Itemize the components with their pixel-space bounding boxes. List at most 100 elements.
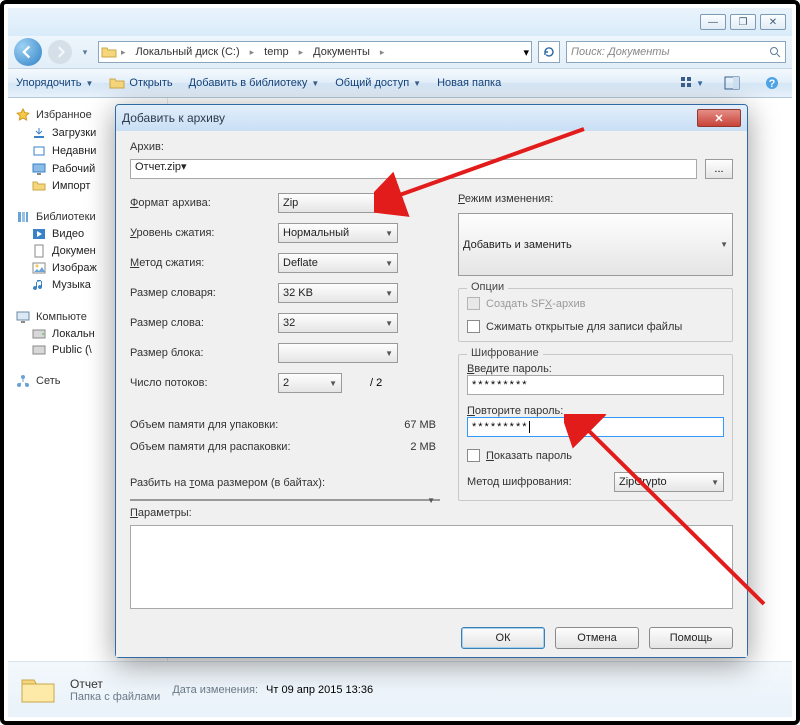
star-icon [16, 108, 30, 122]
address-bar[interactable]: ▸ Локальный диск (C:) ▸ temp ▸ Документы… [98, 41, 532, 63]
threads-total: / 2 [370, 377, 382, 389]
sfx-label: Создать SFX-архив [486, 298, 586, 310]
format-select[interactable]: Zip▼ [278, 193, 398, 213]
ok-button[interactable]: ОК [461, 627, 545, 649]
password-repeat-label: Повторите пароль: [467, 405, 724, 417]
dict-select[interactable]: 32 KB▼ [278, 283, 398, 303]
pack-mem-label: Объем памяти для упаковки: [130, 419, 278, 431]
toolbar-open[interactable]: Открыть [109, 76, 172, 90]
download-icon [32, 126, 46, 140]
library-icon [16, 210, 30, 224]
nav-row: ▾ ▸ Локальный диск (C:) ▸ temp ▸ Докумен… [8, 36, 792, 68]
password-repeat-input[interactable]: ********* [467, 417, 724, 437]
toolbar-preview-pane[interactable] [720, 72, 744, 94]
level-label: Уровень сжатия: [130, 227, 270, 239]
dict-label: Размер словаря: [130, 287, 270, 299]
network-drive-icon [32, 345, 46, 355]
method-select[interactable]: Deflate▼ [278, 253, 398, 273]
document-icon [32, 244, 46, 258]
chevron-down-icon: ▼ [385, 199, 393, 208]
breadcrumb-folder-2[interactable]: Документы [307, 43, 376, 61]
block-select[interactable]: ▼ [278, 343, 398, 363]
search-placeholder: Поиск: Документы [571, 46, 670, 58]
show-password-checkbox[interactable] [467, 449, 480, 462]
nav-history-dropdown[interactable]: ▾ [78, 42, 92, 62]
unpack-mem-label: Объем памяти для распаковки: [130, 441, 291, 453]
breadcrumb-sep: ▸ [121, 47, 126, 58]
openfiles-checkbox-row[interactable]: Сжимать открытые для записи файлы [467, 320, 724, 333]
toolbar-share[interactable]: Общий доступ▼ [335, 77, 421, 89]
split-label: Разбить на тома размером (в байтах): [130, 477, 325, 489]
help-button[interactable]: Помощь [649, 627, 733, 649]
details-item-name: Отчет [70, 677, 160, 691]
toolbar: Упорядочить▼ Открыть Добавить в библиоте… [8, 68, 792, 98]
mode-label: Режим изменения: [458, 193, 553, 205]
folder-icon [101, 45, 117, 59]
show-password-label: Показать пароль [486, 450, 572, 462]
params-input[interactable] [130, 525, 733, 609]
password-input[interactable]: ********* [467, 375, 724, 395]
method-label: Метод сжатия: [130, 257, 270, 269]
mode-select[interactable]: Добавить и заменить▼ [458, 213, 733, 276]
search-input[interactable]: Поиск: Документы [566, 41, 786, 63]
forward-button[interactable] [48, 40, 72, 64]
threads-select[interactable]: 2▼ [278, 373, 342, 393]
search-icon [769, 46, 781, 58]
details-item-type: Папка с файлами [70, 691, 160, 703]
openfiles-label: Сжимать открытые для записи файлы [486, 321, 682, 333]
toolbar-view-dropdown[interactable]: ▼ [680, 72, 704, 94]
refresh-button[interactable] [538, 41, 560, 63]
toolbar-new-folder[interactable]: Новая папка [437, 77, 501, 89]
music-icon [32, 278, 46, 292]
folder-icon [32, 180, 46, 192]
toolbar-help[interactable]: ? [760, 72, 784, 94]
breadcrumb-folder-1[interactable]: temp [258, 43, 294, 61]
encmethod-label: Метод шифрования: [467, 476, 606, 488]
dialog-close-button[interactable]: ✕ [697, 109, 741, 127]
archive-name-input[interactable]: Отчет.zip▾ [130, 159, 697, 179]
toolbar-organize[interactable]: Упорядочить▼ [16, 77, 93, 89]
pack-mem-value: 67 MB [404, 419, 436, 431]
open-icon [109, 76, 125, 90]
word-select[interactable]: 32▼ [278, 313, 398, 333]
password-label: Введите пароль: [467, 363, 724, 375]
format-label: Формат архива: [130, 197, 270, 209]
openfiles-ates-checkbox[interactable] [467, 320, 480, 333]
show-password-row[interactable]: Показать пароль [467, 449, 724, 462]
sfx-checkbox-row: Создать SFX-архив [467, 297, 724, 310]
recent-icon [32, 144, 46, 158]
address-dropdown-icon[interactable]: ▾ [523, 46, 529, 59]
encmethod-select[interactable]: ZipCrypto▼ [614, 472, 724, 492]
encryption-group-title: Шифрование [467, 347, 543, 359]
chevron-down-icon[interactable]: ▾ [181, 161, 187, 173]
options-group: Опции Создать SFX-архив Сжимать открытые… [458, 288, 733, 342]
dialog-titlebar: Добавить к архиву ✕ [116, 105, 747, 131]
maximize-button[interactable]: ❐ [730, 14, 756, 30]
dialog-title: Добавить к архиву [122, 111, 697, 125]
block-label: Размер блока: [130, 347, 270, 359]
params-label: Параметры: [130, 507, 192, 519]
toolbar-add-library[interactable]: Добавить в библиотеку▼ [189, 77, 320, 89]
level-select[interactable]: Нормальный▼ [278, 223, 398, 243]
close-button[interactable]: ✕ [760, 14, 786, 30]
archive-name-label: Архив: [130, 141, 164, 153]
options-group-title: Опции [467, 281, 508, 293]
folder-icon [18, 670, 58, 710]
breadcrumb-drive[interactable]: Локальный диск (C:) [130, 43, 246, 61]
archive-dialog: Добавить к архиву ✕ Архив: Отчет.zip▾ ..… [115, 104, 748, 658]
unpack-mem-value: 2 MB [410, 441, 436, 453]
word-label: Размер слова: [130, 317, 270, 329]
split-select[interactable]: ▼ [130, 499, 440, 501]
window-titlebar: — ❐ ✕ [8, 8, 792, 36]
drive-icon [32, 329, 46, 339]
browse-button[interactable]: ... [705, 159, 733, 179]
video-icon [32, 228, 46, 240]
desktop-icon [32, 162, 46, 176]
minimize-button[interactable]: — [700, 14, 726, 30]
encryption-group: Шифрование Введите пароль: ********* Пов… [458, 354, 733, 501]
computer-icon [16, 310, 30, 324]
details-pane: Отчет Папка с файлами Дата изменения: Чт… [8, 661, 792, 717]
back-button[interactable] [14, 38, 42, 66]
cancel-button[interactable]: Отмена [555, 627, 639, 649]
details-modified-label: Дата изменения: [172, 684, 258, 696]
